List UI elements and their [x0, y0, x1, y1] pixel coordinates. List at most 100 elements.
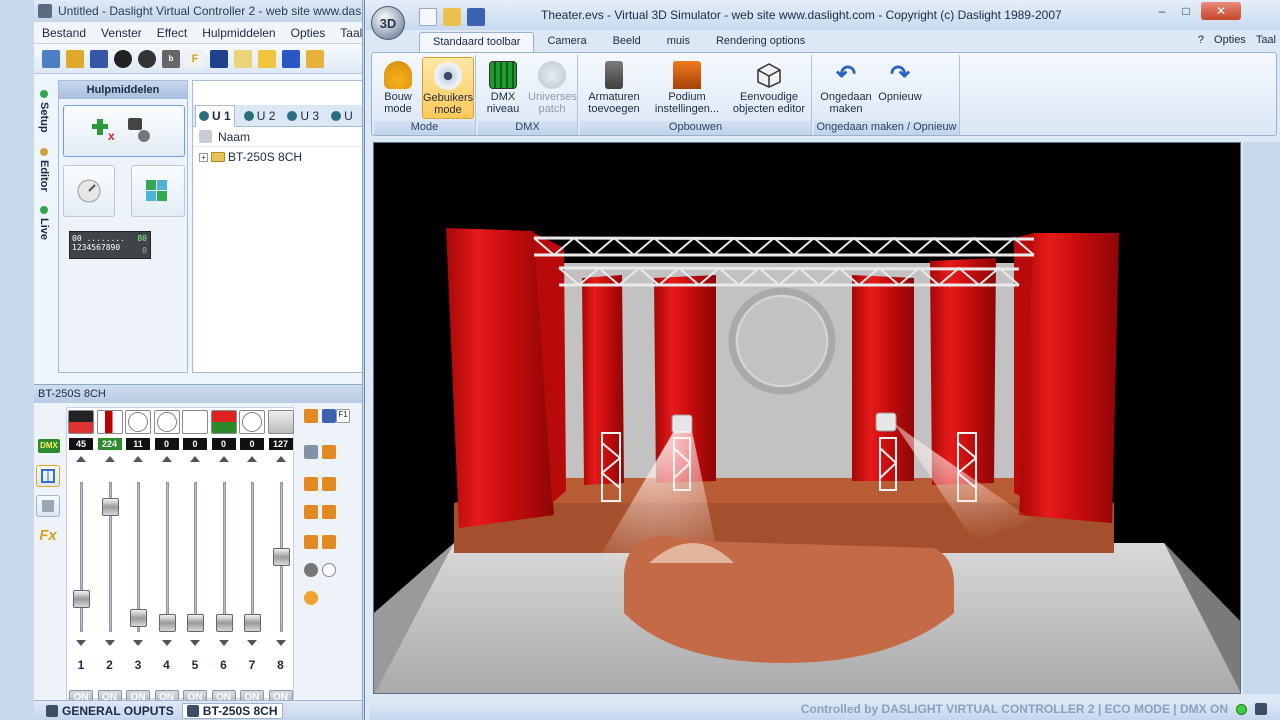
fader-track[interactable] — [80, 482, 83, 632]
channel-function-icon[interactable] — [210, 410, 237, 434]
dmx-address-strip[interactable]: 00 ........ 1234567890 80 0 — [69, 231, 151, 259]
save-icon[interactable] — [90, 49, 108, 68]
center-tool-icon[interactable] — [304, 591, 318, 605]
podium-instellingen-button[interactable]: Podium instellingen... — [650, 57, 724, 119]
monitor-icon[interactable] — [210, 49, 228, 68]
swap-tool-icon[interactable] — [304, 505, 318, 519]
channel-up-arrow-icon[interactable] — [275, 456, 286, 462]
fader-track[interactable] — [194, 482, 197, 632]
dmx-niveau-button[interactable]: DMX niveau — [480, 57, 526, 119]
menu-hulpmiddelen[interactable]: Hulpmiddelen — [202, 26, 275, 40]
channel-down-arrow-icon[interactable] — [104, 640, 115, 646]
menu-opties[interactable]: Opties — [291, 26, 326, 40]
side-tab-live[interactable]: Live — [36, 206, 52, 240]
fader-knob[interactable] — [187, 614, 204, 632]
tab-universe-3[interactable]: U 3 — [284, 109, 322, 123]
objecten-editor-button[interactable]: Eenvoudige objecten editor — [728, 57, 810, 119]
channel-function-icon[interactable] — [267, 410, 294, 434]
tab-beeld[interactable]: Beeld — [600, 32, 654, 52]
tree-header[interactable]: Naam — [193, 127, 362, 147]
channel-down-arrow-icon[interactable] — [161, 640, 172, 646]
tab-rendering-options[interactable]: Rendering options — [703, 32, 818, 52]
fader-knob[interactable] — [101, 497, 119, 516]
fader-knob[interactable] — [272, 548, 290, 566]
open-folder-icon[interactable] — [66, 49, 84, 68]
opties-menu[interactable]: Opties — [1214, 34, 1246, 46]
channel-function-icon[interactable] — [96, 410, 123, 434]
channel-up-arrow-icon[interactable] — [190, 456, 200, 462]
channel-down-arrow-icon[interactable] — [133, 640, 143, 646]
fill-light-icon[interactable] — [322, 563, 336, 577]
tab-standaard-toolbar[interactable]: Standaard toolbar — [419, 32, 535, 52]
expand-icon[interactable]: + — [199, 152, 208, 162]
tab-muis[interactable]: muis — [654, 32, 703, 52]
gebruikers-mode-button[interactable]: Gebuikers mode — [422, 57, 474, 119]
tab-general-outputs[interactable]: GENERAL OUPUTS — [46, 704, 174, 718]
f1-button[interactable]: F1 — [336, 409, 350, 423]
channel-down-arrow-icon[interactable] — [218, 640, 229, 646]
record-icon[interactable] — [138, 49, 156, 68]
menu-bestand[interactable]: Bestand — [42, 26, 86, 40]
menu-effect[interactable]: Effect — [157, 26, 187, 40]
tab-camera[interactable]: Camera — [534, 32, 599, 52]
channel-down-arrow-icon[interactable] — [190, 640, 200, 646]
arrows-left-icon[interactable] — [304, 535, 318, 549]
export-icon[interactable] — [306, 49, 324, 68]
palette-view-button[interactable] — [36, 495, 60, 517]
bpm-icon[interactable]: b — [162, 49, 180, 68]
channel-function-icon[interactable] — [68, 410, 94, 434]
fader-track[interactable] — [251, 482, 254, 632]
taal-menu[interactable]: Taal — [1256, 34, 1276, 46]
channel-down-arrow-icon[interactable] — [275, 640, 286, 646]
channel-down-arrow-icon[interactable] — [76, 640, 86, 646]
channel-up-arrow-icon[interactable] — [218, 456, 229, 462]
channel-up-arrow-icon[interactable] — [76, 456, 86, 462]
channel-function-icon[interactable] — [239, 410, 265, 434]
side-tab-setup[interactable]: Setup — [36, 90, 52, 133]
channel-function-icon[interactable] — [153, 410, 180, 434]
fixture-tool-button[interactable]: x — [63, 105, 185, 157]
new-file-icon[interactable] — [42, 49, 60, 68]
scene-tool-button[interactable] — [131, 165, 185, 217]
channel-function-icon[interactable] — [182, 410, 208, 434]
qa-new-icon[interactable] — [419, 8, 437, 26]
qa-open-icon[interactable] — [443, 8, 461, 26]
minimize-button[interactable]: – — [1149, 2, 1175, 20]
arrows-right-icon[interactable] — [322, 535, 336, 549]
fader-track[interactable] — [222, 482, 226, 632]
pause-icon[interactable] — [282, 49, 300, 68]
fader-knob[interactable] — [130, 608, 147, 627]
channel-function-icon[interactable] — [125, 410, 151, 434]
fader-knob[interactable] — [244, 614, 261, 632]
fx-icon[interactable]: F — [186, 49, 204, 68]
mirror-tool-icon[interactable] — [322, 505, 336, 519]
help-menu[interactable]: ? — [1198, 34, 1204, 46]
bouw-mode-button[interactable]: Bouw mode — [376, 57, 420, 119]
copy-icon[interactable] — [234, 49, 252, 68]
tree-item-fixture[interactable]: + BT-250S 8CH — [193, 147, 362, 167]
channel-up-arrow-icon[interactable] — [133, 456, 143, 462]
copy-tool-icon[interactable] — [304, 409, 318, 423]
side-tab-editor[interactable]: Editor — [36, 148, 52, 192]
3d-viewport[interactable] — [373, 142, 1241, 694]
opnieuw-button[interactable]: ↷ Opnieuw — [876, 57, 924, 119]
tab-universe-1[interactable]: U 1 — [195, 104, 235, 127]
fader-track[interactable] — [165, 482, 169, 632]
fx-view-button[interactable]: Fx — [36, 525, 60, 547]
channel-up-arrow-icon[interactable] — [104, 456, 115, 462]
armaturen-toevoegen-button[interactable]: Armaturen toevoegen — [584, 57, 644, 119]
menu-taal[interactable]: Taal — [340, 26, 362, 40]
warning-icon[interactable] — [258, 49, 276, 68]
tab-fixture-page[interactable]: BT-250S 8CH — [181, 702, 283, 719]
play-icon[interactable] — [114, 49, 132, 68]
qa-save-icon[interactable] — [467, 8, 485, 26]
menu-venster[interactable]: Venster — [101, 26, 142, 40]
shift-right-icon[interactable] — [322, 477, 336, 491]
speed-tool-button[interactable] — [63, 165, 115, 217]
close-button[interactable]: ✕ — [1201, 2, 1241, 20]
channel-up-arrow-icon[interactable] — [161, 456, 172, 462]
channel-down-arrow-icon[interactable] — [247, 640, 257, 646]
channel-up-arrow-icon[interactable] — [247, 456, 257, 462]
fader-knob[interactable] — [215, 614, 233, 632]
position-tool-icon[interactable] — [322, 445, 336, 459]
